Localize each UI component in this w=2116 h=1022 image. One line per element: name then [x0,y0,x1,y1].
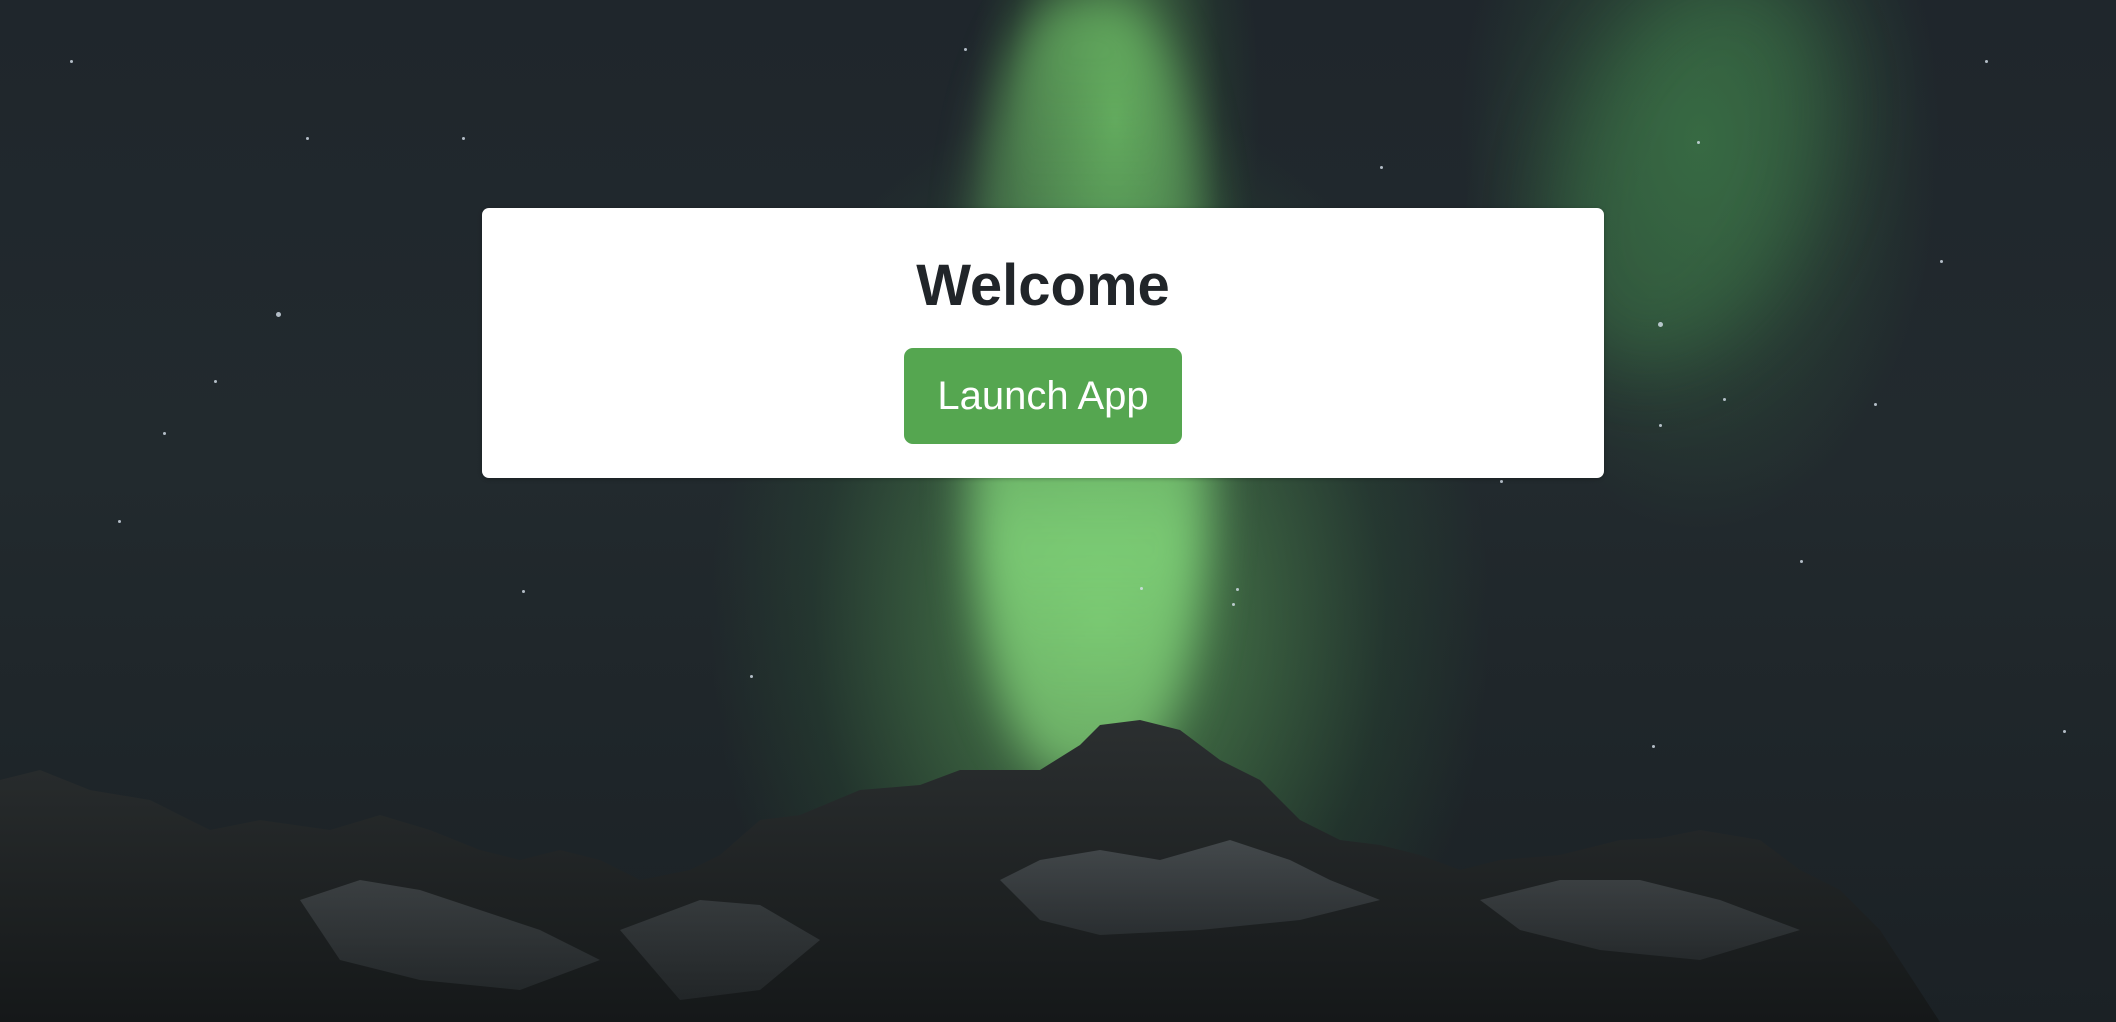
welcome-title: Welcome [916,253,1170,318]
mountain-silhouette [0,720,1940,1022]
welcome-card: Welcome Launch App [482,208,1604,478]
launch-app-button[interactable]: Launch App [904,348,1182,444]
aurora-background-image [0,0,2116,1022]
